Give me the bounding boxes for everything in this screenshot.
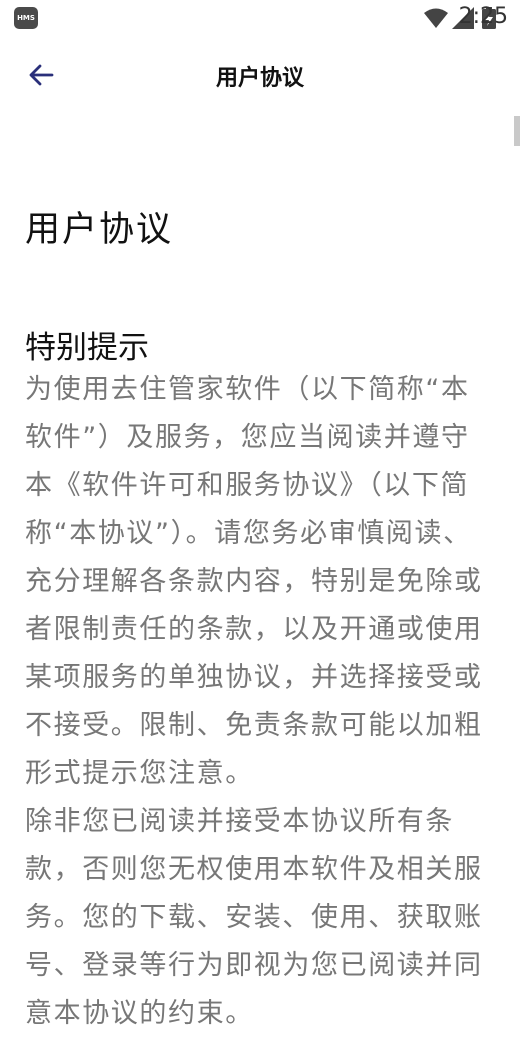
agreement-paragraph: 除非您已阅读并接受本协议所有条款，否则您无权使用本软件及相关服务。您的下载、安装… (25, 806, 483, 1029)
page-title: 用户协议 (215, 66, 304, 91)
section-title: 特别提示 (25, 330, 149, 366)
wifi-icon (424, 8, 448, 28)
hms-badge: HMS (14, 7, 38, 29)
agreement-paragraph: 为使用去住管家软件（以下简称“本软件”）及服务，您应当阅读并遵守本《软件许可和服… (25, 374, 483, 789)
status-bar: HMS 2:25 (0, 0, 520, 36)
document-title: 用户协议 (25, 210, 174, 250)
status-time: 2:25 (458, 4, 508, 29)
scrollbar-thumb[interactable] (514, 116, 520, 146)
app-bar: 用户协议 (0, 36, 520, 116)
